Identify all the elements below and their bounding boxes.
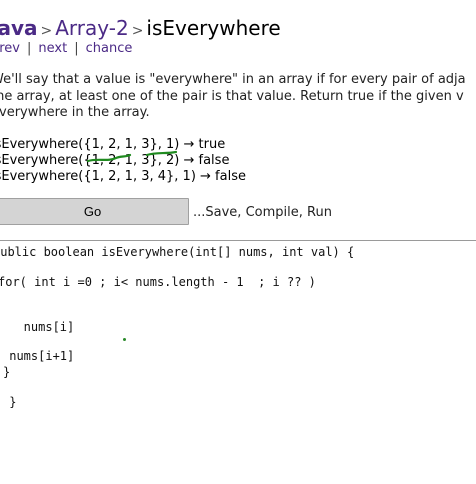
description-line: everywhere in the array.	[0, 105, 150, 120]
code-line: for( int i =0 ; i< nums.length - 1 ; i ?…	[0, 275, 316, 289]
code-line: public boolean isEverywhere(int[] nums, …	[0, 245, 355, 259]
description-line: We'll say that a value is "everywhere" i…	[0, 72, 466, 87]
prev-link[interactable]: prev	[0, 41, 20, 56]
examples-list: isEverywhere({1, 2, 1, 3}, 1) → true isE…	[0, 137, 246, 185]
code-line: nums[i]	[2, 320, 75, 334]
code-editor[interactable]: public boolean isEverywhere(int[] nums, …	[0, 241, 476, 484]
pen-dot	[123, 338, 126, 341]
go-hint: ...Save, Compile, Run	[193, 205, 332, 220]
problem-nav: prev | next | chance	[0, 41, 132, 56]
next-link[interactable]: next	[38, 41, 67, 56]
example-line: isEverywhere({1, 2, 1, 3}, 1) → true	[0, 137, 226, 152]
breadcrumb: Java>Array-2>isEverywhere	[0, 16, 281, 43]
go-button[interactable]: Go	[0, 198, 189, 225]
chance-link[interactable]: chance	[86, 41, 133, 56]
code-line: }	[3, 365, 11, 379]
breadcrumb-separator: >	[131, 23, 144, 39]
example-line: isEverywhere({1, 2, 1, 3}, 2) → false	[0, 153, 230, 168]
nav-divider: |	[27, 41, 32, 56]
code-line: nums[i+1]	[2, 349, 75, 363]
breadcrumb-java-link[interactable]: Java	[0, 16, 37, 40]
nav-divider: |	[74, 41, 79, 56]
breadcrumb-separator: >	[40, 23, 53, 39]
example-line: isEverywhere({1, 2, 1, 3, 4}, 1) → false	[0, 169, 246, 184]
code-line: }	[2, 395, 17, 409]
description-line: the array, at least one of the pair is t…	[0, 88, 464, 104]
breadcrumb-array2-link[interactable]: Array-2	[55, 16, 128, 40]
problem-description: We'll say that a value is "everywhere" i…	[0, 72, 476, 122]
page-title: isEverywhere	[146, 16, 281, 40]
